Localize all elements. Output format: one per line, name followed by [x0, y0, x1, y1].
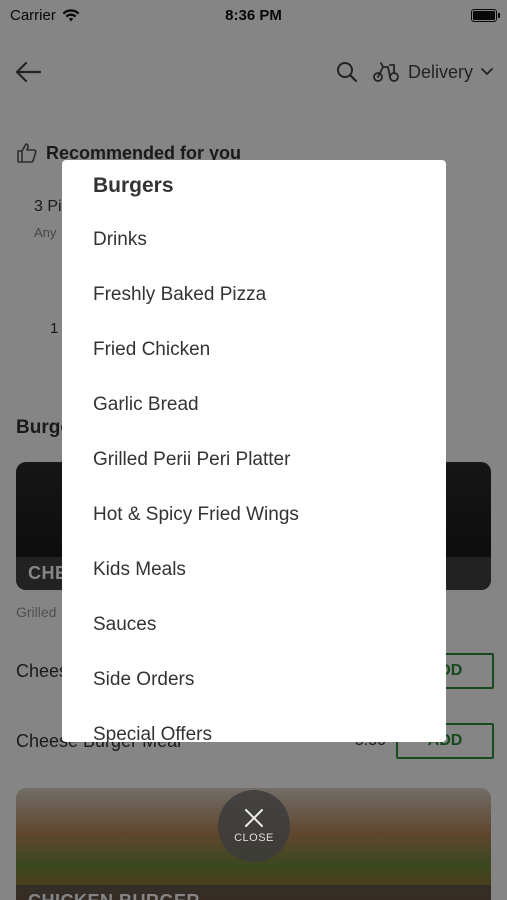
- category-item[interactable]: Grilled Perii Peri Platter: [62, 432, 446, 487]
- category-item[interactable]: Fried Chicken: [62, 322, 446, 377]
- category-list[interactable]: Drinks Freshly Baked Pizza Fried Chicken…: [62, 212, 446, 743]
- category-item[interactable]: Special Offers: [62, 707, 446, 743]
- category-item[interactable]: Kids Meals: [62, 542, 446, 597]
- close-icon: [245, 809, 263, 827]
- close-label: CLOSE: [234, 832, 274, 844]
- category-item[interactable]: Freshly Baked Pizza: [62, 267, 446, 322]
- category-picker-modal: Burgers Drinks Freshly Baked Pizza Fried…: [62, 160, 446, 742]
- category-item[interactable]: Drinks: [62, 212, 446, 267]
- category-item[interactable]: Hot & Spicy Fried Wings: [62, 487, 446, 542]
- modal-title[interactable]: Burgers: [93, 174, 174, 198]
- category-item[interactable]: Side Orders: [62, 652, 446, 707]
- close-button[interactable]: CLOSE: [218, 790, 290, 862]
- category-item[interactable]: Sauces: [62, 597, 446, 652]
- category-item[interactable]: Garlic Bread: [62, 377, 446, 432]
